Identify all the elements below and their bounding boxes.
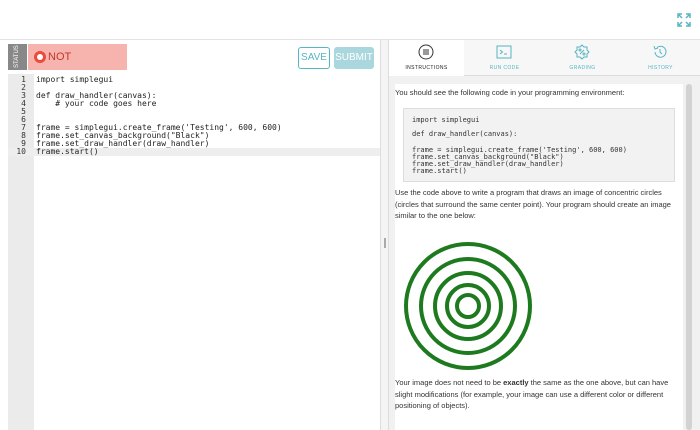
note-text: Your image does not need to be	[395, 378, 504, 387]
tab-grading[interactable]: GRADING	[545, 40, 620, 76]
code-line[interactable]: 1 import simplegui	[8, 76, 380, 84]
splitter-grip[interactable]	[384, 238, 386, 248]
code-sample-line: frame.start()	[412, 167, 467, 175]
editor-panel: STATUS NOT SUBMITTED SAVE SUBMIT 1import…	[0, 40, 380, 430]
line-number: 10	[16, 147, 26, 156]
circle-ring	[433, 271, 503, 341]
pane-splitter[interactable]	[380, 40, 389, 430]
terminal-icon	[496, 45, 512, 59]
status-dot-icon	[34, 51, 46, 63]
save-button[interactable]: SAVE	[298, 47, 330, 69]
tab-label: GRADING	[569, 65, 596, 71]
code-line[interactable]: 10 frame.start()	[8, 148, 380, 156]
instructions-task: Use the code above to write a program th…	[395, 188, 671, 220]
instructions-panel: INSTRUCTIONS RUN CODE GRADING HISTORY Yo…	[389, 40, 700, 430]
code-text: import simplegui	[36, 75, 114, 84]
instructions-content: You should see the following code in you…	[395, 84, 683, 430]
tab-instructions[interactable]: INSTRUCTIONS	[389, 40, 464, 76]
tab-bar: INSTRUCTIONS RUN CODE GRADING HISTORY	[389, 40, 700, 76]
instructions-intro: You should see the following code in you…	[395, 88, 625, 97]
code-sample-line: import simplegui	[412, 116, 480, 124]
circle-ring	[445, 283, 491, 329]
percent-icon	[574, 44, 590, 60]
submit-button[interactable]: SUBMIT	[334, 47, 374, 69]
code-text: # your code goes here	[36, 99, 157, 108]
tab-history[interactable]: HISTORY	[623, 40, 698, 76]
tab-run-code[interactable]: RUN CODE	[467, 40, 542, 76]
tab-label: INSTRUCTIONS	[405, 65, 448, 71]
status-tag: STATUS	[8, 44, 27, 70]
instructions-note: Your image does not need to be exactly t…	[395, 377, 683, 412]
scrollbar[interactable]	[686, 84, 692, 430]
code-sample: import simplegui def draw_handler(canvas…	[403, 108, 675, 182]
top-bar	[0, 0, 700, 40]
expand-icon[interactable]	[676, 12, 692, 28]
list-icon	[418, 44, 434, 60]
code-line[interactable]: 5	[8, 108, 380, 116]
note-emphasis: exactly	[503, 378, 529, 387]
tab-label: RUN CODE	[489, 65, 520, 71]
status-bar: STATUS NOT SUBMITTED SAVE SUBMIT	[0, 40, 380, 89]
tab-label: HISTORY	[648, 65, 673, 71]
code-text: frame.start()	[36, 147, 99, 156]
code-editor[interactable]: 1 import simplegui 2 3 def draw_handler(canv…	[8, 74, 380, 430]
history-icon	[653, 45, 667, 58]
code-sample-line: def draw_handler(canvas):	[412, 130, 518, 138]
status-badge: NOT SUBMITTED	[28, 44, 127, 89]
code-line[interactable]: 4 # your code goes here	[8, 100, 380, 108]
circle-ring	[455, 293, 481, 319]
circle-ring	[404, 242, 532, 370]
concentric-circles-image	[404, 242, 532, 370]
